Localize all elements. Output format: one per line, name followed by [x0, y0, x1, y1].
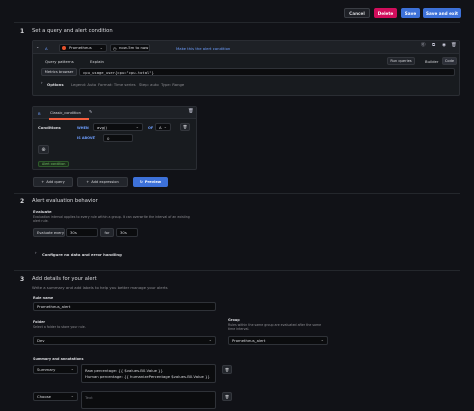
eye-icon[interactable]: ◉: [442, 43, 446, 49]
builder-toggle[interactable]: Builder: [425, 59, 438, 64]
duplicate-icon[interactable]: ⧉: [432, 43, 435, 49]
cancel-button[interactable]: Cancel: [344, 8, 370, 18]
configure-nodata-toggle[interactable]: Configure no data and error handling: [42, 252, 122, 257]
expression-type-underline: [49, 118, 89, 120]
for-label: for: [100, 228, 114, 237]
step2-divider: [14, 270, 460, 271]
datasource-picker[interactable]: Prometheus: [59, 43, 107, 52]
conditions-label: Conditions: [38, 125, 61, 130]
add-query-button[interactable]: + Add query: [33, 177, 73, 187]
option-step: Step: auto: [139, 82, 159, 87]
annotation1-value-textarea[interactable]: Raw percentage: {{ $values.B0.Value }} H…: [81, 364, 216, 383]
prometheus-icon: [62, 46, 66, 50]
help-icon[interactable]: ⓪: [421, 43, 426, 49]
annotation2-key-select[interactable]: Choose: [33, 392, 78, 401]
folder-description: Select a folder to store your rule.: [33, 325, 86, 329]
clock-icon: ◷: [113, 45, 117, 51]
query-ref-select[interactable]: A: [155, 123, 171, 131]
annotation1-trash-button[interactable]: 🗑: [222, 365, 232, 374]
trash-icon[interactable]: 🗑: [451, 43, 457, 49]
group-select[interactable]: Prometheus_alert: [228, 336, 328, 345]
step1-number: 1: [20, 28, 25, 35]
folder-select[interactable]: Dev: [33, 336, 216, 345]
option-format: Format: Time series: [98, 82, 136, 87]
delete-button[interactable]: Delete: [374, 8, 397, 18]
tab-explain[interactable]: Explain: [90, 59, 104, 64]
query-expression-editor[interactable]: cpu_usage_user{cpu="cpu-total"}: [79, 68, 455, 76]
rule-name-label: Rule name: [33, 296, 54, 300]
preview-label: Preview: [144, 180, 162, 184]
expression-type-tab[interactable]: Classic_condition: [47, 109, 92, 117]
reducer-select[interactable]: avg(): [93, 123, 143, 131]
time-range-picker[interactable]: ◷ now-5m to now: [110, 43, 150, 52]
evaluate-every-label: Evaluate every: [33, 228, 65, 237]
step1-divider: [14, 193, 460, 194]
evaluate-every-input[interactable]: 30s: [66, 228, 98, 237]
options-chevron-icon[interactable]: ›: [41, 81, 43, 85]
annotation2-value-textarea[interactable]: Text: [81, 391, 216, 409]
options-label[interactable]: Options: [47, 82, 64, 87]
add-query-label: Add query: [46, 180, 65, 184]
run-queries-button[interactable]: Run queries: [387, 57, 415, 65]
add-query-plus-icon: +: [41, 180, 45, 184]
annotations-label: Summary and annotations: [33, 357, 84, 361]
option-legend: Legend: Auto: [71, 82, 97, 87]
step3-subtitle: Write a summary and add labels to help y…: [32, 285, 168, 290]
rule-name-input[interactable]: Prometheus_alert: [33, 302, 216, 311]
step2-title: Alert evaluation behavior: [32, 198, 98, 204]
alert-condition-badge: Alert condition: [38, 161, 70, 167]
step2-number: 2: [20, 198, 25, 205]
save-button[interactable]: Save: [401, 8, 420, 18]
option-type: Type: Range: [161, 82, 185, 87]
datasource-name: Prometheus: [69, 45, 92, 50]
add-condition-button[interactable]: ⊕: [38, 145, 49, 154]
of-keyword: OF: [148, 125, 154, 130]
annotation1-line2: Human percentage: {{ humanizePercentage …: [85, 373, 210, 379]
refresh-icon: ↻: [139, 180, 143, 184]
group-label: Group: [228, 318, 240, 322]
step3-title: Add details for your alert: [32, 276, 97, 282]
add-expression-button[interactable]: + Add expression: [77, 177, 128, 187]
code-toggle[interactable]: Code: [442, 57, 457, 65]
collapse-chevron-icon[interactable]: ⌄: [36, 45, 39, 49]
tab-query-patterns[interactable]: Query patterns: [45, 59, 74, 64]
save-and-exit-button[interactable]: Save and exit: [423, 8, 461, 18]
add-expression-plus-icon: +: [86, 180, 90, 184]
folder-label: Folder: [33, 320, 46, 324]
time-range-label: now-5m to now: [119, 45, 149, 50]
configure-chevron-icon[interactable]: ›: [35, 251, 37, 255]
condition-trash-button[interactable]: 🗑: [180, 123, 190, 131]
annotation2-trash-button[interactable]: 🗑: [222, 392, 232, 401]
is-above-chevron-icon: ⌄: [93, 134, 96, 138]
evaluate-label: Evaluate: [33, 209, 52, 214]
add-expression-label: Add expression: [91, 180, 119, 184]
threshold-input[interactable]: 0: [103, 134, 133, 142]
annotation1-key-select[interactable]: Summary: [33, 365, 78, 374]
evaluate-description: Evaluation interval applies to every rul…: [33, 215, 190, 224]
group-description: Rules within the same group are evaluate…: [228, 323, 322, 331]
preview-button[interactable]: ↻ Preview: [133, 177, 168, 187]
expression-panel: B Classic_condition ✎ 🗑 Conditions WHEN …: [32, 106, 197, 170]
expression-trash-icon[interactable]: 🗑: [188, 109, 194, 115]
header-divider: [14, 22, 460, 23]
edit-icon[interactable]: ✎: [89, 110, 92, 114]
when-keyword: WHEN: [77, 125, 89, 130]
expression-ref-id: B: [38, 111, 41, 116]
make-condition-link[interactable]: Make this the alert condition: [176, 46, 230, 51]
step1-title: Set a query and alert condition: [32, 28, 113, 34]
metrics-browser-button[interactable]: Metrics browser: [41, 68, 77, 76]
query-ref-id: A: [45, 45, 48, 51]
for-input[interactable]: 30s: [116, 228, 138, 237]
step3-number: 3: [20, 276, 25, 283]
query-panel: ⌄ A Prometheus ◷ now-5m to now Make this…: [32, 40, 460, 96]
